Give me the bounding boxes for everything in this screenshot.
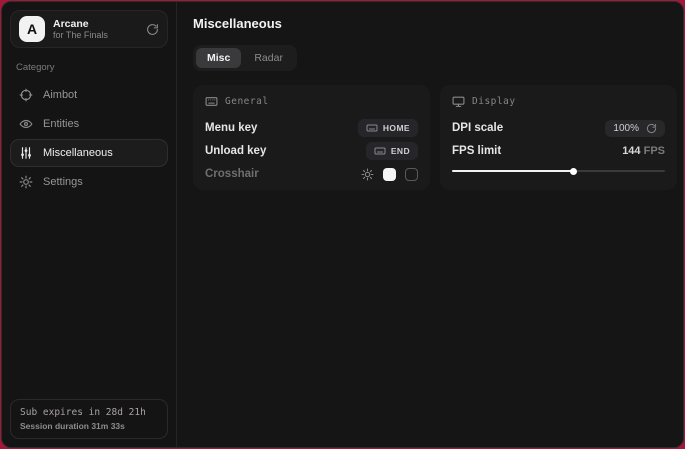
app-window: A Arcane for The Finals Category Aimbot bbox=[1, 1, 684, 448]
unload-key-bind-button[interactable]: END bbox=[366, 142, 418, 160]
sidebar-item-label: Miscellaneous bbox=[43, 147, 113, 159]
unload-key-row: Unload key END bbox=[205, 140, 418, 162]
general-card: General Menu key HOME Unload key bbox=[193, 85, 430, 190]
crosshair-row: Crosshair bbox=[205, 163, 418, 185]
dpi-scale-row: DPI scale 100% bbox=[452, 117, 665, 139]
monitor-icon bbox=[452, 95, 465, 108]
crosshair-icon bbox=[19, 88, 33, 102]
general-card-title: General bbox=[225, 96, 269, 107]
keyboard-icon bbox=[205, 95, 218, 108]
sidebar-item-aimbot[interactable]: Aimbot bbox=[10, 81, 168, 109]
crosshair-label: Crosshair bbox=[205, 168, 259, 180]
keyboard-icon bbox=[366, 122, 378, 134]
crosshair-color-swatch[interactable] bbox=[383, 168, 396, 181]
refresh-icon[interactable] bbox=[146, 23, 159, 36]
display-card: Display DPI scale 100% FPS limit bbox=[440, 85, 677, 190]
display-card-title: Display bbox=[472, 96, 516, 107]
app-logo: A bbox=[19, 16, 45, 42]
dpi-scale-button[interactable]: 100% bbox=[605, 120, 665, 137]
sub-expiry-text: Sub expires in 28d 21h bbox=[20, 407, 158, 418]
tab-radar[interactable]: Radar bbox=[243, 48, 294, 68]
sidebar-item-label: Entities bbox=[43, 118, 79, 130]
gear-icon[interactable] bbox=[361, 168, 374, 181]
sidebar-item-label: Aimbot bbox=[43, 89, 77, 101]
sidebar-item-label: Settings bbox=[43, 176, 83, 188]
dpi-scale-label: DPI scale bbox=[452, 122, 503, 134]
brand-text: Arcane for The Finals bbox=[53, 18, 138, 40]
slider-fill bbox=[452, 170, 573, 172]
crosshair-checkbox[interactable] bbox=[405, 168, 418, 181]
sidebar: A Arcane for The Finals Category Aimbot bbox=[2, 2, 177, 447]
sidebar-item-entities[interactable]: Entities bbox=[10, 110, 168, 138]
sidebar-item-settings[interactable]: Settings bbox=[10, 168, 168, 196]
brand-subtitle: for The Finals bbox=[53, 30, 138, 40]
refresh-icon[interactable] bbox=[646, 123, 657, 134]
tab-bar: Misc Radar bbox=[193, 45, 297, 71]
sliders-icon bbox=[19, 146, 33, 160]
brand-card: A Arcane for The Finals bbox=[10, 10, 168, 48]
fps-limit-slider[interactable] bbox=[452, 166, 665, 176]
menu-key-bind-button[interactable]: HOME bbox=[358, 119, 418, 137]
brand-title: Arcane bbox=[53, 18, 138, 30]
dpi-scale-value: 100% bbox=[613, 123, 639, 134]
menu-key-label: Menu key bbox=[205, 122, 257, 134]
gear-icon bbox=[19, 175, 33, 189]
page-title: Miscellaneous bbox=[193, 16, 677, 31]
sidebar-item-miscellaneous[interactable]: Miscellaneous bbox=[10, 139, 168, 167]
menu-key-row: Menu key HOME bbox=[205, 117, 418, 139]
fps-limit-value: 144 FPS bbox=[622, 145, 665, 157]
session-duration-text: Session duration 31m 33s bbox=[20, 421, 158, 431]
eye-icon bbox=[19, 117, 33, 131]
unload-key-label: Unload key bbox=[205, 145, 266, 157]
keyboard-icon bbox=[374, 145, 386, 157]
tab-misc[interactable]: Misc bbox=[196, 48, 241, 68]
main-content: Miscellaneous Misc Radar General Menu ke… bbox=[177, 2, 684, 447]
fps-limit-row: FPS limit 144 FPS bbox=[452, 140, 665, 162]
fps-limit-label: FPS limit bbox=[452, 145, 501, 157]
slider-thumb[interactable] bbox=[570, 168, 577, 175]
category-label: Category bbox=[16, 62, 168, 73]
subscription-status-card: Sub expires in 28d 21h Session duration … bbox=[10, 399, 168, 439]
